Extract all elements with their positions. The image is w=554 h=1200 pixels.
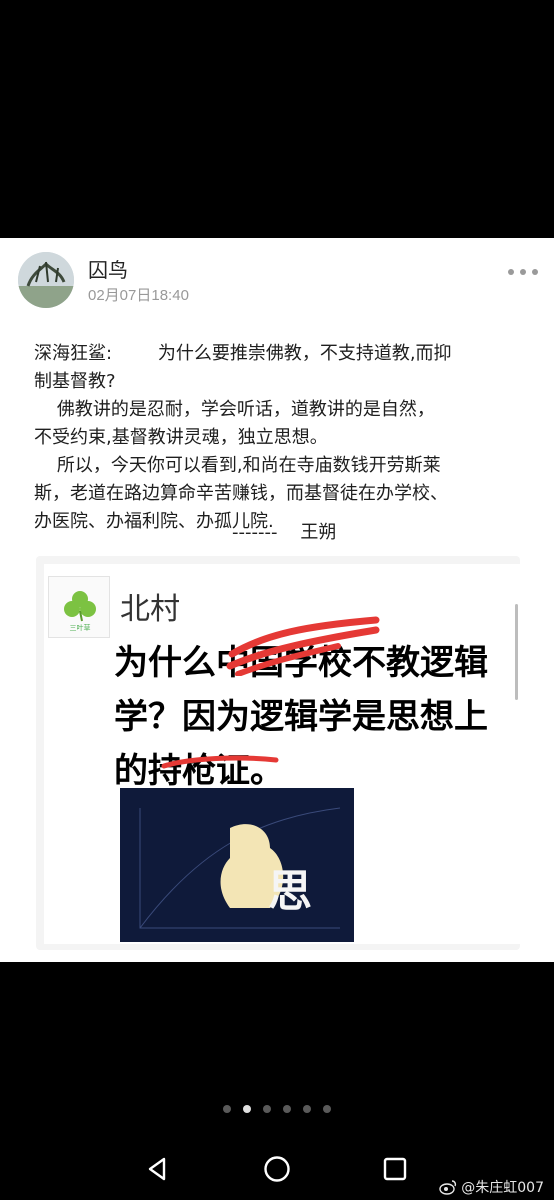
back-triangle-icon[interactable] — [142, 1154, 172, 1184]
post-text-line: 所以，今天你可以看到,和尚在寺庙数钱开劳斯莱 — [34, 455, 441, 476]
post-header: 囚鸟 02月07日18:40 — [18, 252, 538, 308]
post-body: 深海狂鲨: 为什么要推崇佛教，不支持道教,而抑 制基督教? 佛教讲的是忍耐，学会… — [34, 340, 534, 536]
embedded-screenshot: 三叶草 北村 为什么中国学校不教逻辑 学？因为逻辑学是思想上 的持枪证。 思 — [44, 564, 520, 944]
thumbnail-character: 思 — [268, 866, 312, 917]
embed-scrollbar — [515, 604, 518, 700]
headline-line: 学？因为逻辑学是思想上 — [114, 697, 488, 737]
post-signature: ------- 王朔 — [232, 522, 337, 543]
post-text-line: 制基督教? — [34, 371, 116, 392]
logo-caption: 三叶草 — [69, 624, 91, 632]
post-text-line: 佛教讲的是忍耐，学会听话，道教讲的是自然， — [34, 399, 435, 420]
page-dot[interactable] — [303, 1105, 311, 1113]
page-dot[interactable] — [263, 1105, 271, 1113]
embedded-image[interactable]: 三叶草 北村 为什么中国学校不教逻辑 学？因为逻辑学是思想上 的持枪证。 思 — [36, 556, 520, 950]
red-scribble-mark — [226, 616, 380, 676]
post-card: 囚鸟 02月07日18:40 深海狂鲨: 为什么要推崇佛教，不支持道教,而抑 制… — [0, 238, 554, 962]
home-circle-icon[interactable] — [262, 1154, 292, 1184]
page-dot[interactable] — [223, 1105, 231, 1113]
clover-logo-icon: 三叶草 — [48, 576, 110, 638]
weibo-watermark: @朱庄虹007 — [439, 1177, 544, 1197]
watermark-text: @朱庄虹007 — [461, 1180, 544, 1196]
red-underline-mark — [161, 755, 279, 769]
page-dot-active[interactable] — [243, 1105, 251, 1113]
post-text-line: 不受约束,基督教讲灵魂，独立思想。 — [34, 427, 328, 448]
more-options-icon[interactable] — [508, 266, 538, 278]
page-dot[interactable] — [283, 1105, 291, 1113]
page-dot[interactable] — [323, 1105, 331, 1113]
page-indicator — [0, 1102, 554, 1116]
post-text-line: 深海狂鲨: 为什么要推崇佛教，不支持道教,而抑 — [34, 343, 452, 364]
post-text-line: 斯，老道在路边算命辛苦赚钱，而基督徒在办学校、 — [34, 483, 448, 504]
weibo-logo-icon — [439, 1180, 457, 1195]
recent-square-icon[interactable] — [380, 1154, 410, 1184]
username[interactable]: 囚鸟 — [88, 254, 128, 283]
post-timestamp: 02月07日18:40 — [88, 287, 189, 304]
thinker-thumbnail: 思 — [120, 788, 354, 942]
embed-source-name: 北村 — [120, 592, 180, 627]
avatar[interactable] — [18, 252, 74, 308]
